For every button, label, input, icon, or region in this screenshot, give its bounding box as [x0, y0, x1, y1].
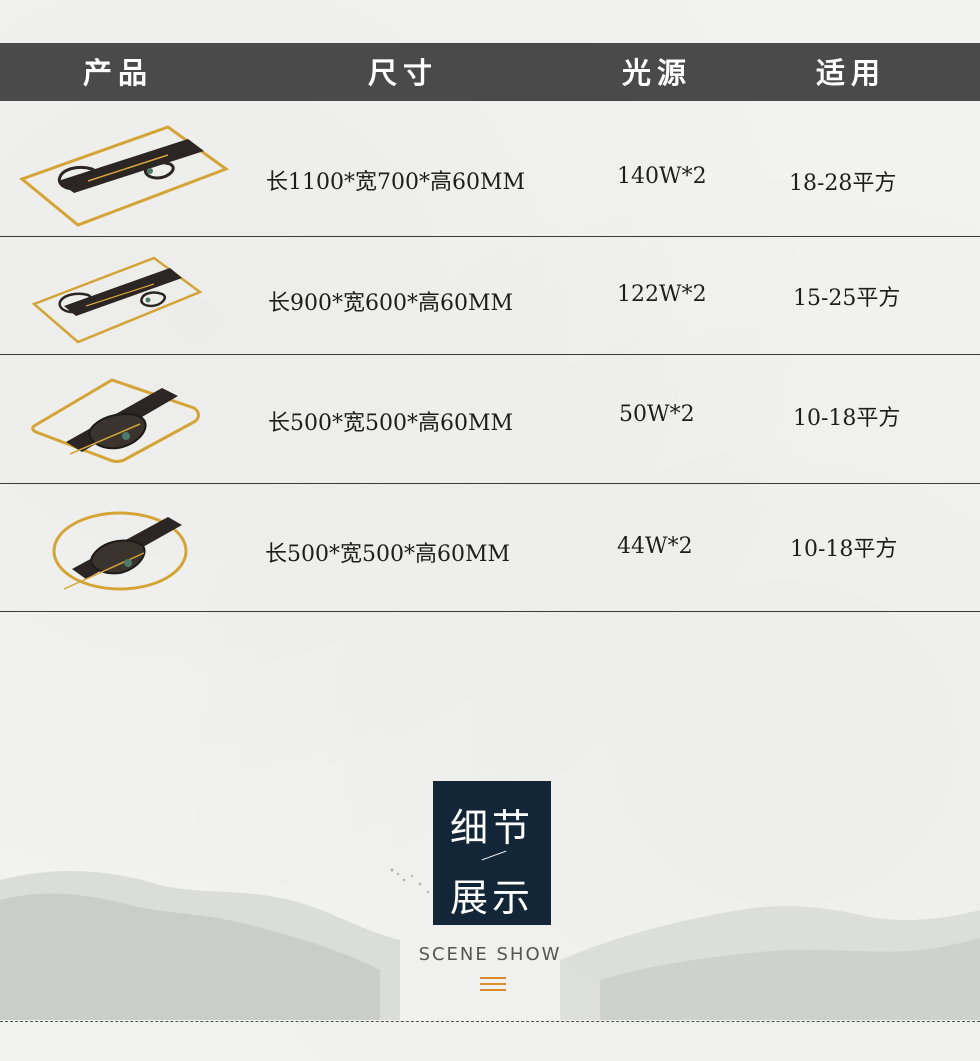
table-row: 长500*宽500*高60MM 44W*2 10-18平方: [0, 483, 980, 612]
rectangular-ceiling-lamp-icon: [31, 256, 203, 344]
size-value: 长500*宽500*高60MM: [265, 542, 511, 567]
light-value: 140W*2: [617, 164, 707, 189]
area-value: 18-28平方: [789, 171, 897, 196]
header-light-source: 光源: [621, 56, 693, 90]
section-title-line2: 展示: [449, 876, 534, 920]
round-ceiling-lamp-icon: [52, 511, 188, 591]
table-row: 长900*宽600*高60MM 122W*2 15-25平方: [0, 236, 980, 355]
square-ceiling-lamp-icon: [31, 378, 200, 463]
light-value: 122W*2: [617, 282, 707, 307]
table-row: 长1100*宽700*高60MM 140W*2 18-28平方: [0, 101, 980, 237]
header-applicable-area: 适用: [815, 56, 887, 90]
area-value: 10-18平方: [790, 537, 898, 562]
table-header: 产品 尺寸 光源 适用: [0, 43, 980, 101]
menu-lines-icon: [480, 977, 506, 993]
dashed-divider: [0, 1021, 980, 1022]
light-value: 44W*2: [617, 534, 693, 559]
light-value: 50W*2: [619, 402, 695, 427]
rectangular-ceiling-lamp-icon: [18, 125, 230, 227]
size-value: 长1100*宽700*高60MM: [266, 170, 526, 195]
section-title-line1: 细节: [449, 806, 534, 850]
size-value: 长900*宽600*高60MM: [268, 291, 514, 316]
table-row: 长500*宽500*高60MM 50W*2 10-18平方: [0, 354, 980, 484]
section-subtitle: SCENE SHOW: [418, 944, 562, 965]
section-title-badge: 细节 展示: [433, 781, 551, 925]
header-size: 尺寸: [367, 56, 439, 90]
slash-divider: [481, 850, 507, 861]
header-product: 产品: [82, 56, 154, 90]
size-value: 长500*宽500*高60MM: [268, 411, 514, 436]
area-value: 15-25平方: [793, 286, 901, 311]
area-value: 10-18平方: [793, 406, 901, 431]
